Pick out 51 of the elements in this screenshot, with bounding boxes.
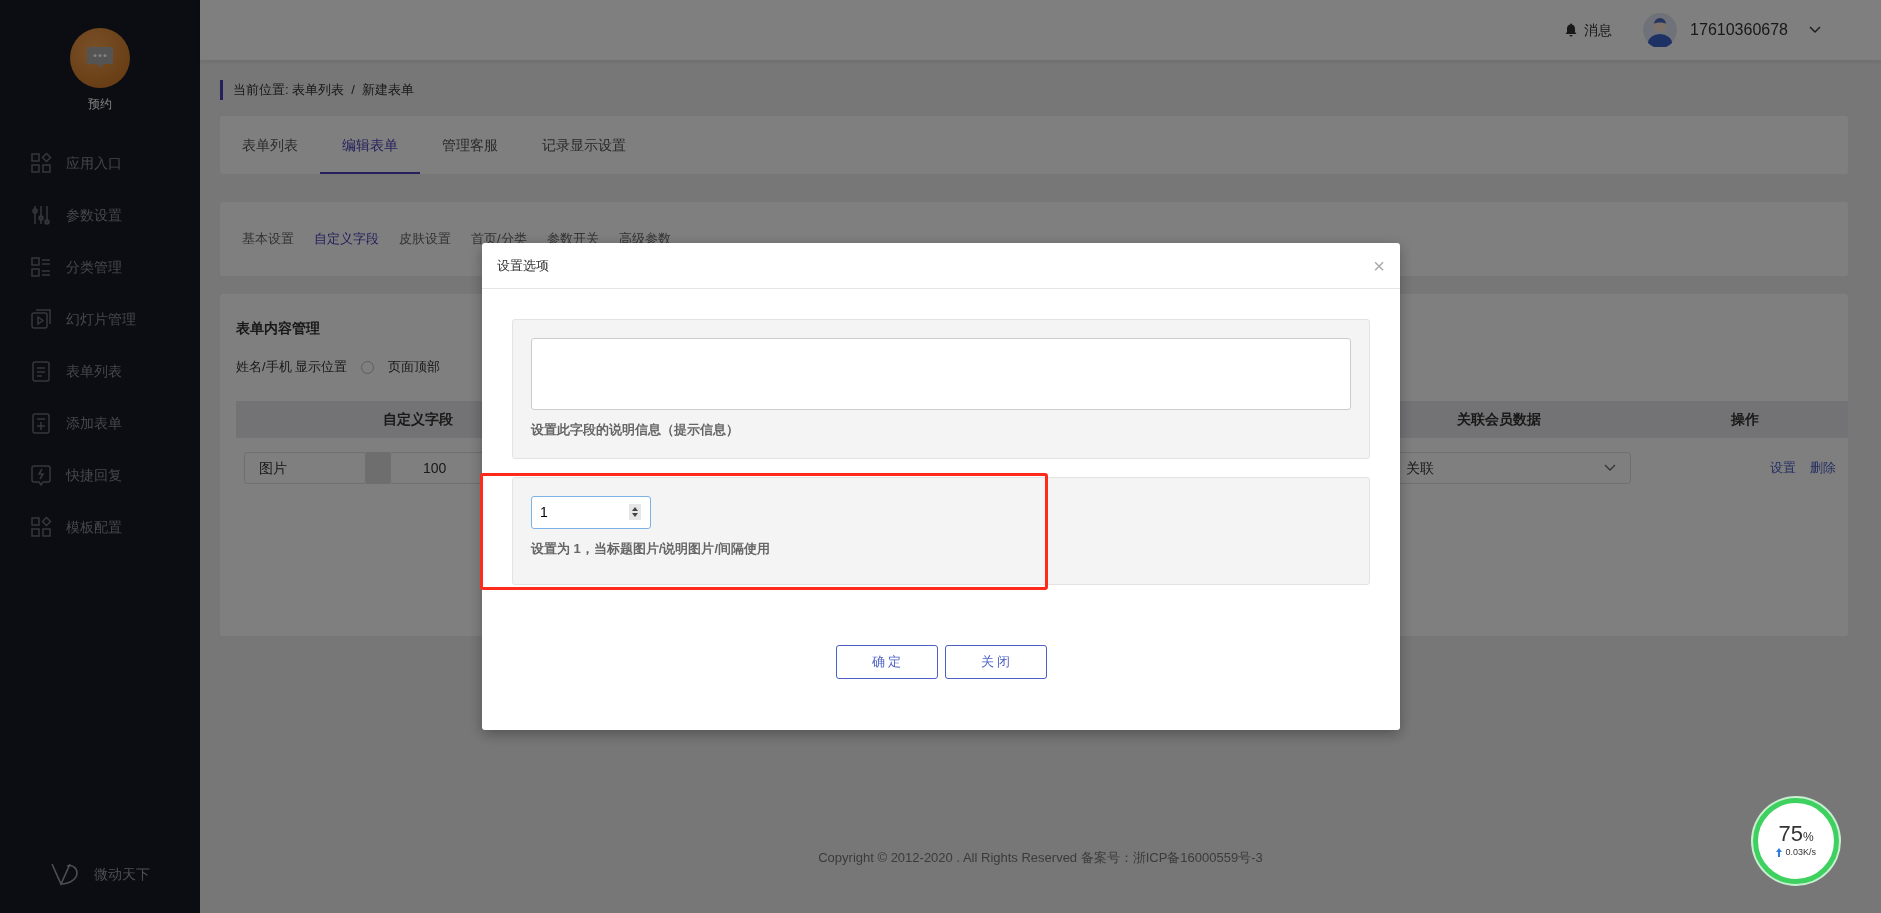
subtab[interactable]: 皮肤设置 <box>389 229 461 249</box>
username[interactable]: 17610360678 <box>1690 18 1788 42</box>
percent-unit: % <box>1802 829 1814 846</box>
upload-arrow-icon <box>1776 848 1782 857</box>
avatar-icon[interactable] <box>1643 13 1678 47</box>
section-title: 表单内容管理 <box>236 319 321 338</box>
tab[interactable]: 编辑表单 <box>320 116 420 174</box>
breadcrumb-link[interactable]: 表单列表 <box>292 80 345 100</box>
close-button[interactable]: × <box>1373 255 1385 276</box>
tab[interactable]: 管理客服 <box>420 116 520 174</box>
app-name: 预约 <box>88 96 112 113</box>
subtab[interactable]: 基本设置 <box>232 229 304 249</box>
column-header: 操作 <box>1730 411 1759 427</box>
document-icon[interactable] <box>30 359 52 383</box>
dialog-title: 设置选项 <box>497 256 549 275</box>
slides-icon[interactable] <box>30 307 52 331</box>
bell-icon[interactable] <box>1565 23 1578 37</box>
apps-icon[interactable] <box>30 515 52 539</box>
number-field[interactable]: 1 <box>531 495 651 529</box>
field-hint: 设置此字段的说明信息（提示信息） <box>531 421 740 439</box>
chevron-down-icon[interactable] <box>1809 26 1821 34</box>
option-label: 姓名/手机 显示位置 <box>236 358 348 377</box>
tab[interactable]: 记录显示设置 <box>520 116 648 174</box>
field-hint: 设置为 1，当标题图片/说明图片/间隔使用 <box>531 539 772 558</box>
tab[interactable]: 表单列表 <box>220 116 320 174</box>
confirm-button[interactable]: 确 定 <box>835 644 938 679</box>
column-header: 关联会员数据 <box>1457 411 1541 427</box>
sliders-icon[interactable] <box>30 203 52 227</box>
network-speed: 0.03K/s <box>1785 845 1816 859</box>
apps-icon[interactable] <box>30 151 52 175</box>
sidebar-item[interactable]: 模板配置 <box>66 516 122 538</box>
breadcrumb-separator: / <box>351 81 355 100</box>
chevron-down-icon[interactable] <box>1604 464 1616 472</box>
copyright-text: Copyright © 2012-2020 . All Rights Reserved 备案号：浙ICP备16000559号-3 <box>818 849 1263 865</box>
action-link[interactable]: 删除 <box>1810 458 1836 478</box>
breadcrumb-label: 当前位置: <box>233 81 289 100</box>
radio-label[interactable]: 页面顶部 <box>388 357 441 377</box>
list-icon[interactable] <box>30 255 52 279</box>
brand-logo-icon <box>50 861 80 887</box>
breadcrumb-current: 新建表单 <box>361 81 414 100</box>
close-button[interactable]: 关 闭 <box>944 644 1047 679</box>
bolt-chat-icon[interactable] <box>30 463 52 487</box>
action-link[interactable]: 设置 <box>1770 458 1796 478</box>
usage-percent: 75 <box>1778 822 1803 845</box>
brand-name: 微动天下 <box>94 864 150 884</box>
description-field[interactable] <box>531 338 1351 410</box>
field-name-input[interactable]: 图片 <box>244 452 366 484</box>
subtab[interactable]: 自定义字段 <box>304 229 389 249</box>
add-document-icon[interactable] <box>30 411 52 435</box>
notifications-link[interactable]: 消息 <box>1584 19 1613 41</box>
column-header: 自定义字段 <box>383 411 453 427</box>
